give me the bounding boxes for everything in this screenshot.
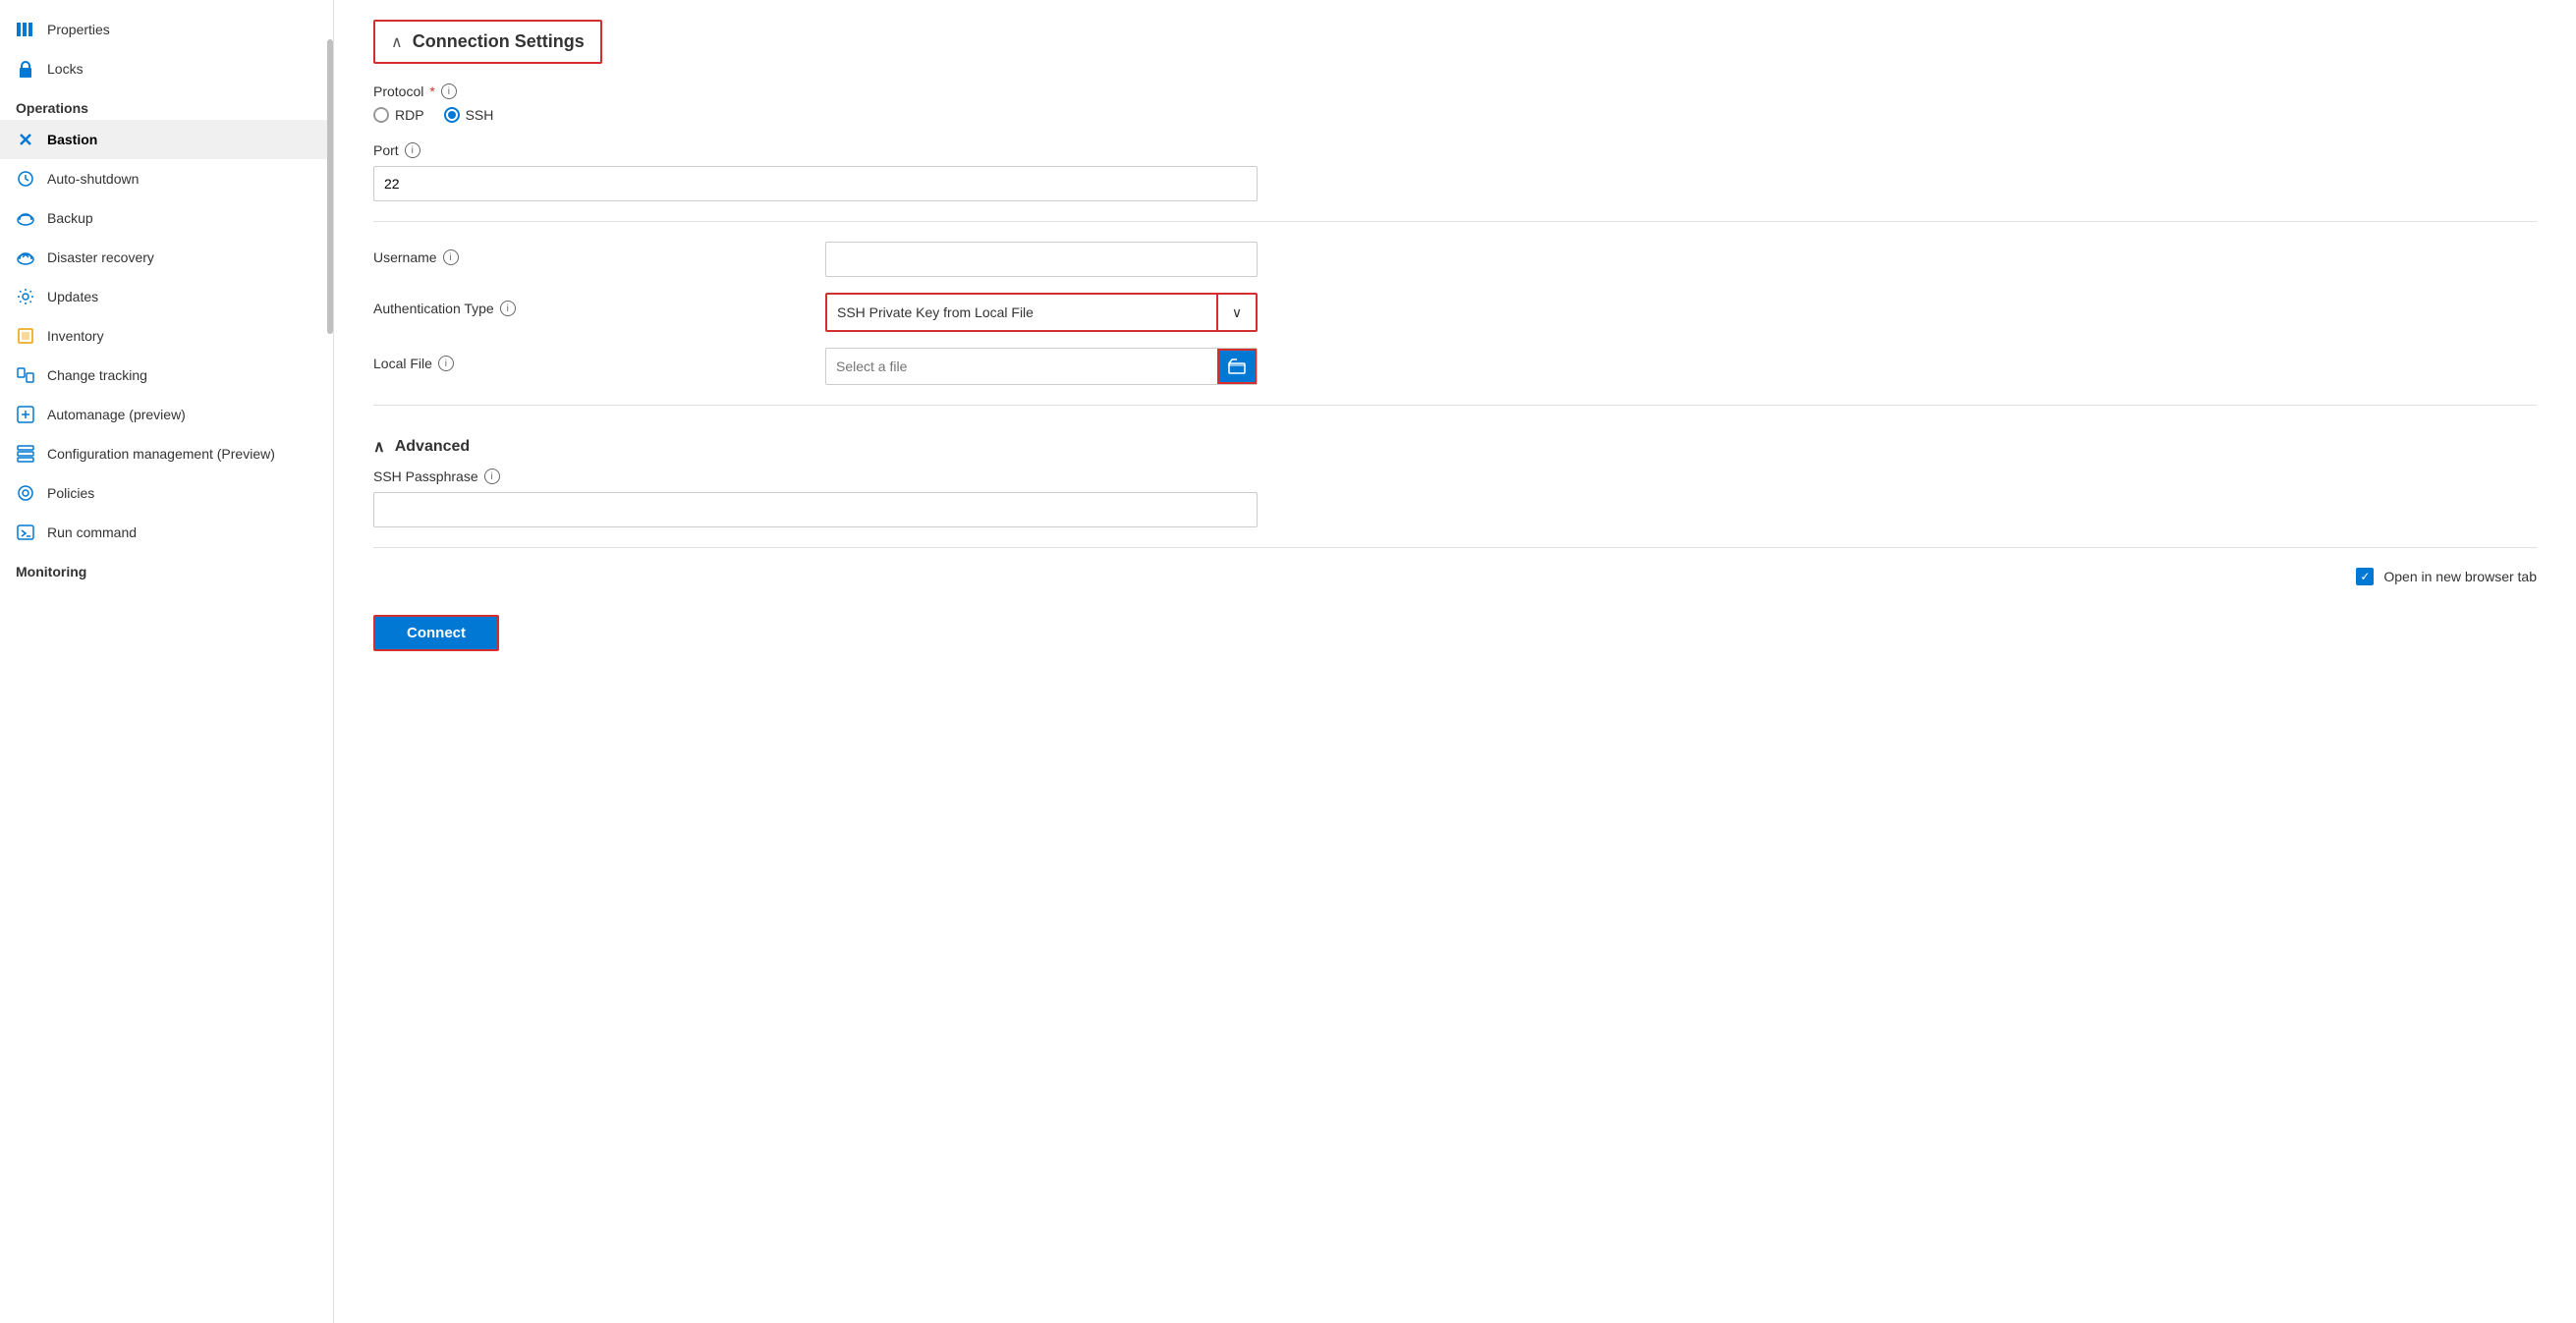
required-star: * bbox=[429, 83, 434, 99]
divider-2 bbox=[373, 405, 2537, 406]
ssh-radio-circle bbox=[444, 107, 460, 123]
username-label-cell: Username i bbox=[373, 242, 806, 265]
connection-settings-header[interactable]: ∧ Connection Settings bbox=[373, 20, 602, 64]
disaster-recovery-icon bbox=[16, 248, 35, 267]
run-command-icon bbox=[16, 523, 35, 542]
chevron-up-icon: ∧ bbox=[391, 32, 403, 52]
protocol-info-icon[interactable]: i bbox=[441, 83, 457, 99]
sidebar-item-disaster-recovery-label: Disaster recovery bbox=[47, 249, 154, 265]
advanced-title: Advanced bbox=[395, 438, 470, 456]
inventory-icon bbox=[16, 326, 35, 346]
username-row: Username i bbox=[373, 242, 1258, 277]
sidebar-item-locks-label: Locks bbox=[47, 61, 84, 77]
sidebar-item-backup[interactable]: Backup bbox=[0, 198, 333, 238]
local-file-input-cell bbox=[825, 348, 1258, 385]
gear-icon bbox=[16, 287, 35, 306]
open-new-tab-group: ✓ Open in new browser tab bbox=[373, 568, 2537, 585]
sidebar-item-auto-shutdown-label: Auto-shutdown bbox=[47, 171, 139, 187]
rdp-radio-circle bbox=[373, 107, 389, 123]
rdp-label: RDP bbox=[395, 107, 424, 123]
sidebar-item-run-command-label: Run command bbox=[47, 524, 137, 540]
operations-section-header: Operations bbox=[0, 88, 333, 120]
divider-1 bbox=[373, 221, 2537, 222]
sidebar-item-backup-label: Backup bbox=[47, 210, 93, 226]
automanage-icon bbox=[16, 405, 35, 424]
advanced-chevron-up-icon: ∧ bbox=[373, 437, 385, 457]
auth-type-dropdown-button[interactable]: ∨ bbox=[1216, 295, 1256, 330]
sidebar-item-change-tracking[interactable]: Change tracking bbox=[0, 356, 333, 395]
main-content: ∧ Connection Settings Protocol * i RDP S… bbox=[334, 0, 2576, 1323]
auth-type-input-cell: Password SSH Private Key from Local File… bbox=[825, 293, 1258, 332]
local-file-wrapper bbox=[825, 348, 1258, 385]
connection-settings-title: Connection Settings bbox=[413, 31, 585, 52]
config-mgmt-icon bbox=[16, 444, 35, 464]
clock-icon bbox=[16, 169, 35, 189]
ssh-passphrase-input[interactable] bbox=[373, 492, 1258, 527]
sidebar-item-updates[interactable]: Updates bbox=[0, 277, 333, 316]
bars-icon bbox=[16, 20, 35, 39]
sidebar-item-disaster-recovery[interactable]: Disaster recovery bbox=[0, 238, 333, 277]
local-file-label-cell: Local File i bbox=[373, 348, 806, 371]
sidebar-item-config-mgmt[interactable]: Configuration management (Preview) bbox=[0, 434, 333, 473]
ssh-radio-option[interactable]: SSH bbox=[444, 107, 494, 123]
monitoring-section-header: Monitoring bbox=[0, 552, 333, 583]
protocol-label: Protocol * i bbox=[373, 83, 2537, 99]
port-label: Port i bbox=[373, 142, 1258, 158]
local-file-browse-button[interactable] bbox=[1217, 349, 1257, 384]
sidebar-item-policies-label: Policies bbox=[47, 485, 94, 501]
username-input-cell bbox=[825, 242, 1258, 277]
auth-type-dropdown: Password SSH Private Key from Local File… bbox=[825, 293, 1258, 332]
sidebar-item-run-command[interactable]: Run command bbox=[0, 513, 333, 552]
username-info-icon[interactable]: i bbox=[443, 249, 459, 265]
ssh-passphrase-group: SSH Passphrase i bbox=[373, 469, 1258, 527]
local-file-input[interactable] bbox=[826, 349, 1217, 384]
sidebar-item-bastion-label: Bastion bbox=[47, 132, 97, 147]
scroll-indicator bbox=[327, 39, 333, 334]
sidebar-item-updates-label: Updates bbox=[47, 289, 98, 304]
policies-icon bbox=[16, 483, 35, 503]
ssh-label: SSH bbox=[466, 107, 494, 123]
open-new-tab-label: Open in new browser tab bbox=[2383, 569, 2537, 584]
auth-type-info-icon[interactable]: i bbox=[500, 301, 516, 316]
open-new-tab-checkbox[interactable]: ✓ bbox=[2356, 568, 2374, 585]
port-info-icon[interactable]: i bbox=[405, 142, 420, 158]
sidebar-item-config-mgmt-label: Configuration management (Preview) bbox=[47, 446, 275, 462]
sidebar: Properties Locks Operations Bastion Auto… bbox=[0, 0, 334, 1323]
auth-type-row: Authentication Type i Password SSH Priva… bbox=[373, 293, 1258, 332]
protocol-radio-group: RDP SSH bbox=[373, 107, 2537, 123]
local-file-row: Local File i bbox=[373, 348, 1258, 385]
sidebar-item-bastion[interactable]: Bastion bbox=[0, 120, 333, 159]
bastion-icon bbox=[16, 130, 35, 149]
sidebar-item-locks[interactable]: Locks bbox=[0, 49, 333, 88]
lock-icon bbox=[16, 59, 35, 79]
sidebar-item-change-tracking-label: Change tracking bbox=[47, 367, 147, 383]
auth-type-label-cell: Authentication Type i bbox=[373, 293, 806, 316]
ssh-passphrase-label: SSH Passphrase i bbox=[373, 469, 1258, 484]
backup-cloud-icon bbox=[16, 208, 35, 228]
port-group: Port i bbox=[373, 142, 1258, 201]
username-input[interactable] bbox=[825, 242, 1258, 277]
ssh-passphrase-info-icon[interactable]: i bbox=[484, 469, 500, 484]
sidebar-item-properties[interactable]: Properties bbox=[0, 10, 333, 49]
divider-3 bbox=[373, 547, 2537, 548]
connect-button[interactable]: Connect bbox=[373, 615, 499, 651]
local-file-info-icon[interactable]: i bbox=[438, 356, 454, 371]
sidebar-item-properties-label: Properties bbox=[47, 22, 110, 37]
sidebar-item-automanage-label: Automanage (preview) bbox=[47, 407, 186, 422]
sidebar-item-auto-shutdown[interactable]: Auto-shutdown bbox=[0, 159, 333, 198]
rdp-radio-option[interactable]: RDP bbox=[373, 107, 424, 123]
sidebar-item-inventory[interactable]: Inventory bbox=[0, 316, 333, 356]
sidebar-item-inventory-label: Inventory bbox=[47, 328, 104, 344]
advanced-section-header[interactable]: ∧ Advanced bbox=[373, 425, 2537, 469]
change-tracking-icon bbox=[16, 365, 35, 385]
port-input[interactable] bbox=[373, 166, 1258, 201]
sidebar-item-automanage[interactable]: Automanage (preview) bbox=[0, 395, 333, 434]
sidebar-item-policies[interactable]: Policies bbox=[0, 473, 333, 513]
protocol-group: Protocol * i RDP SSH bbox=[373, 83, 2537, 123]
auth-type-select[interactable]: Password SSH Private Key from Local File… bbox=[827, 295, 1216, 330]
